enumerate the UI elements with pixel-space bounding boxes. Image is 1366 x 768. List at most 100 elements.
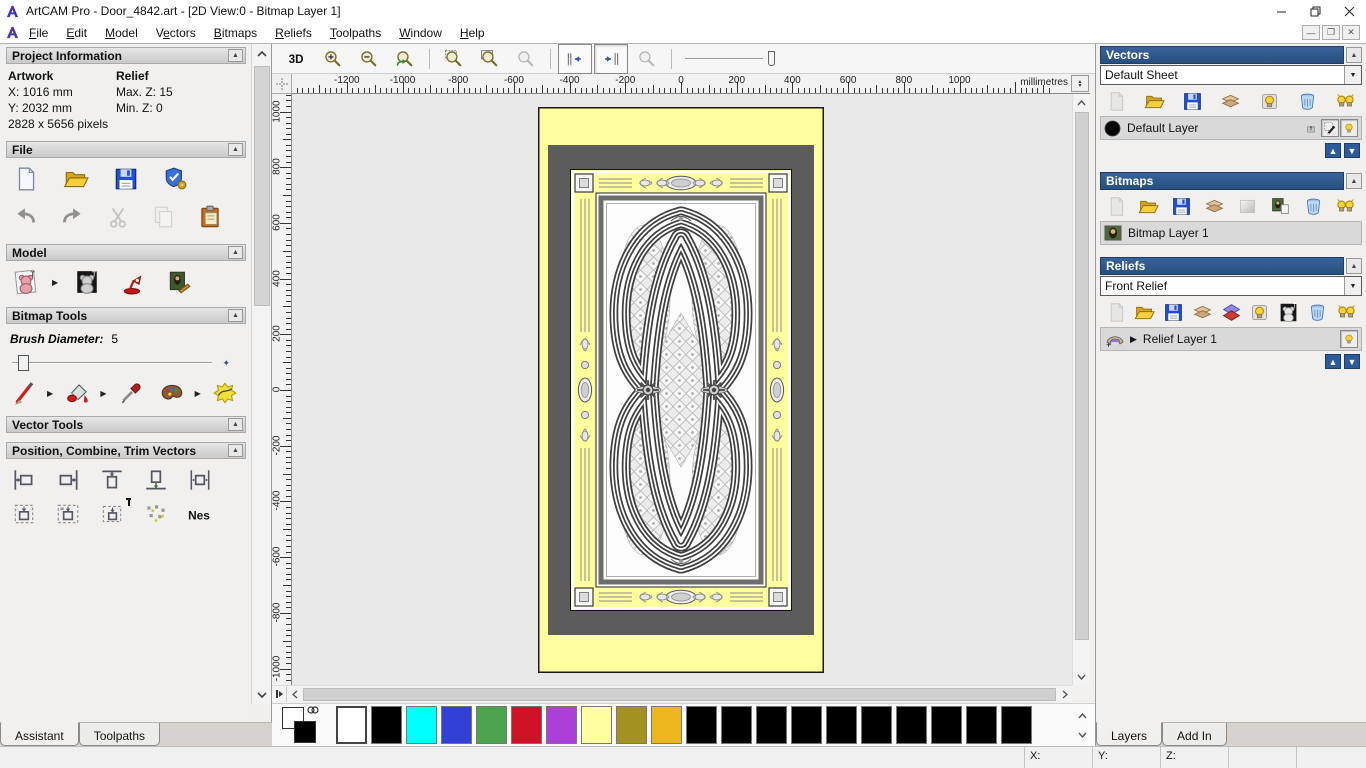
- nesting-button[interactable]: Nes: [180, 497, 220, 531]
- lamp-button[interactable]: [113, 265, 153, 299]
- align-right-button[interactable]: [48, 463, 88, 497]
- palette-swatch[interactable]: [791, 706, 822, 744]
- tab-layers[interactable]: Layers: [1096, 722, 1163, 746]
- merge-stack-button[interactable]: [1188, 300, 1216, 324]
- teddy-invert-button[interactable]: T: [67, 265, 107, 299]
- palette-swatch[interactable]: [441, 706, 472, 744]
- options-shield-button[interactable]: [156, 162, 196, 196]
- menu-window[interactable]: Window: [390, 23, 451, 43]
- scroll-up-icon[interactable]: [253, 45, 271, 61]
- trash-blue-button[interactable]: [1299, 194, 1327, 218]
- palette-swatch[interactable]: [651, 706, 682, 744]
- zoom-drag-button[interactable]: [509, 44, 543, 74]
- palette-swatch[interactable]: [896, 706, 927, 744]
- zoom-page-button[interactable]: [473, 44, 507, 74]
- chevron-down-icon[interactable]: ▼: [1344, 277, 1361, 295]
- paste-clip-button[interactable]: [190, 200, 230, 234]
- collapse-button[interactable]: ▲: [228, 143, 243, 156]
- move-layer-down-button[interactable]: ▼: [1344, 143, 1360, 158]
- merge-stack-button[interactable]: [1217, 89, 1245, 113]
- slider-handle[interactable]: [768, 50, 775, 66]
- mdi-minimize-button[interactable]: —: [1302, 25, 1320, 40]
- palette-swatch[interactable]: [721, 706, 752, 744]
- center-horiz-button[interactable]: [180, 463, 220, 497]
- toggle-prev-button[interactable]: [558, 43, 592, 74]
- gradient-square-button[interactable]: [1233, 194, 1261, 218]
- center-v1-button[interactable]: [4, 497, 44, 531]
- palette-swatch[interactable]: [581, 706, 612, 744]
- relief-select[interactable]: Front Relief ▼: [1100, 276, 1362, 296]
- drawing-canvas[interactable]: [292, 94, 1072, 685]
- bulb-on-button[interactable]: [1340, 119, 1358, 137]
- palette-swatch[interactable]: [931, 706, 962, 744]
- cut-button[interactable]: [98, 200, 138, 234]
- collapse-button[interactable]: ▲: [228, 246, 243, 259]
- palette-swatch[interactable]: [511, 706, 542, 744]
- collapse-button[interactable]: ▲: [1346, 258, 1362, 274]
- zoom-in-button[interactable]: [316, 44, 350, 74]
- teddy-sketch-button[interactable]: T: [6, 265, 46, 299]
- assistant-scrollbar[interactable]: [251, 44, 271, 704]
- scroll-left-icon[interactable]: [287, 686, 302, 702]
- chevron-down-icon[interactable]: ▼: [1344, 66, 1361, 84]
- brush-diameter-slider[interactable]: ✦: [12, 354, 238, 372]
- mdi-close-button[interactable]: ✕: [1342, 25, 1360, 40]
- flyout-arrow-icon[interactable]: ▶: [100, 378, 108, 408]
- magic-texture-button[interactable]: [207, 376, 244, 410]
- move-layer-up-button[interactable]: ▲: [1325, 354, 1341, 369]
- flyout-arrow-icon[interactable]: ▶: [47, 378, 55, 408]
- palette-swatch[interactable]: [966, 706, 997, 744]
- trash-blue-button[interactable]: [1303, 300, 1331, 324]
- zoom-out-button[interactable]: [352, 44, 386, 74]
- redo-button[interactable]: [52, 200, 92, 234]
- open-folder-button[interactable]: [1140, 89, 1168, 113]
- palette-scroll-down-icon[interactable]: [1074, 727, 1090, 742]
- layer-diamond-button[interactable]: [1217, 300, 1245, 324]
- view-contrast-slider[interactable]: [685, 50, 777, 68]
- menu-model[interactable]: Model: [96, 23, 147, 43]
- tab-add-in[interactable]: Add In: [1162, 723, 1227, 746]
- menu-edit[interactable]: Edit: [57, 23, 96, 43]
- tab-toolpaths[interactable]: Toolpaths: [78, 723, 161, 746]
- mona-brush-button[interactable]: [159, 265, 199, 299]
- collapse-button[interactable]: ▲: [228, 418, 243, 431]
- align-top-button[interactable]: [92, 463, 132, 497]
- scroll-down-icon[interactable]: [1074, 669, 1089, 684]
- collapse-button[interactable]: ▲: [228, 309, 243, 322]
- bulb-on-button[interactable]: [1340, 330, 1358, 348]
- copy-button[interactable]: [144, 200, 184, 234]
- palette-swatch[interactable]: [1001, 706, 1032, 744]
- palette-swatch[interactable]: [616, 706, 647, 744]
- bulbs-toggle-button[interactable]: [1332, 89, 1360, 113]
- close-button[interactable]: [1332, 0, 1366, 22]
- bulb-sheet-button[interactable]: [1246, 300, 1274, 324]
- paint-pencil-button[interactable]: [6, 376, 43, 410]
- page-gray-button[interactable]: [1102, 300, 1130, 324]
- show-panel-button[interactable]: [272, 686, 287, 702]
- collapse-button[interactable]: ▲: [228, 444, 243, 457]
- menu-vectors[interactable]: Vectors: [147, 23, 205, 43]
- palette-swatch[interactable]: [336, 706, 367, 744]
- teddy-bw-button[interactable]: T: [1275, 300, 1303, 324]
- page-gray-button[interactable]: [1102, 194, 1130, 218]
- palette-swatch[interactable]: [826, 706, 857, 744]
- collapse-button[interactable]: ▲: [1346, 173, 1362, 189]
- vector-layer-row[interactable]: Default Layer: [1100, 116, 1362, 140]
- trash-blue-button[interactable]: [1294, 89, 1322, 113]
- center-v3-button[interactable]: [92, 497, 132, 531]
- menu-help[interactable]: Help: [451, 23, 494, 43]
- palette-swatch[interactable]: [686, 706, 717, 744]
- page-gray-button[interactable]: [1102, 89, 1130, 113]
- flyout-arrow-icon[interactable]: ▶: [52, 267, 61, 297]
- save-floppy-button[interactable]: [1179, 89, 1207, 113]
- toggle-next-button[interactable]: [594, 43, 628, 74]
- palette-swatch[interactable]: [546, 706, 577, 744]
- paste-array-button[interactable]: [136, 497, 176, 531]
- palette-scroll-up-icon[interactable]: [1074, 708, 1090, 723]
- center-v2-button[interactable]: [48, 497, 88, 531]
- collapse-button[interactable]: ▲: [228, 49, 243, 62]
- minimize-button[interactable]: [1264, 0, 1298, 22]
- sheet-select[interactable]: Default Sheet ▼: [1100, 65, 1362, 85]
- new-file-button[interactable]: [6, 162, 46, 196]
- zoom-rect-button[interactable]: [437, 44, 471, 74]
